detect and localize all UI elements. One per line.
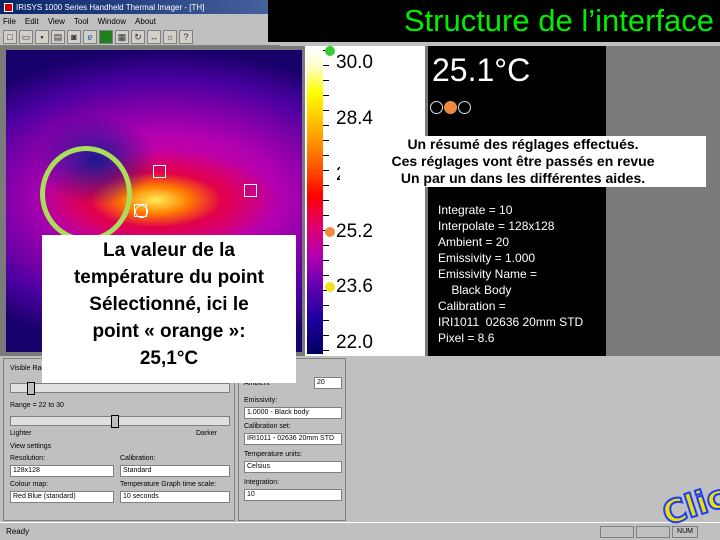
- color-scale-bar[interactable]: [307, 50, 323, 354]
- integration-label: Integration:: [244, 479, 280, 486]
- summary-line-3: Un par un dans les différentes aides.: [400, 170, 646, 186]
- menu-bar: File Edit View Tool Window About: [0, 14, 280, 28]
- scale-ticks: [323, 50, 329, 354]
- help-icon[interactable]: ?: [179, 29, 193, 44]
- window-title: IRISYS 1000 Series Handheld Thermal Imag…: [16, 2, 205, 12]
- callout-line-2: température du point: [73, 267, 264, 288]
- calibration-label: Calibration:: [120, 455, 156, 462]
- temperature-units-label: Temperature units:: [244, 451, 302, 458]
- setting-integrate: Integrate = 10: [438, 203, 513, 217]
- point-selector: [430, 101, 472, 114]
- setting-calibration: Calibration =: [438, 299, 506, 313]
- setting-pixel: Pixel = 8.6: [438, 331, 495, 345]
- setting-emissivity: Emissivity = 1.000: [438, 251, 536, 265]
- calibration-set-label: Calibration set:: [244, 423, 291, 430]
- menu-tool[interactable]: Tool: [74, 17, 89, 26]
- point-circle-1[interactable]: [430, 101, 443, 114]
- menu-window[interactable]: Window: [98, 17, 126, 26]
- temp-graph-label: Temperature Graph time scale:: [120, 481, 217, 488]
- menu-file[interactable]: File: [3, 17, 16, 26]
- scale-value-2: 28.4: [336, 108, 373, 129]
- scale-value-min: 22.0: [336, 332, 373, 353]
- selected-point-marker[interactable]: [135, 205, 148, 218]
- sun-icon[interactable]: ☼: [163, 29, 177, 44]
- highlight-ring: [40, 146, 132, 242]
- toolbar: □ ▭ ▪ ▤ ◙ e ▦ ↻ ↔ ☼ ?: [0, 28, 280, 46]
- point-circle-3[interactable]: [458, 101, 471, 114]
- colour-map-label: Colour map:: [10, 481, 49, 488]
- setting-emissivity-name-value: Black Body: [438, 283, 512, 297]
- temperature-readout: 25.1°C: [432, 52, 531, 88]
- temp-graph-select[interactable]: 10 seconds: [120, 491, 230, 503]
- scale-value-4: 25.2: [336, 221, 373, 242]
- menu-edit[interactable]: Edit: [25, 17, 39, 26]
- menu-view[interactable]: View: [48, 17, 65, 26]
- brightness-slider-thumb[interactable]: [111, 415, 119, 428]
- summary-line-2: Ces réglages vont être passés en revue: [391, 153, 655, 169]
- status-cell-2: [636, 526, 670, 538]
- setting-emissivity-name: Emissivity Name =: [438, 267, 538, 281]
- callout-line-3: Sélectionné, ici le: [89, 294, 249, 315]
- scale-value-5: 23.6: [336, 276, 373, 297]
- marker-square-2[interactable]: [244, 184, 257, 197]
- callout-line-1: La valeur de la: [102, 240, 235, 261]
- resolution-select[interactable]: 128x128: [10, 465, 114, 477]
- setting-ambient: Ambient = 20: [438, 235, 510, 249]
- emissivity-label: Emissivity:: [244, 397, 278, 404]
- calibration-select[interactable]: Standard: [120, 465, 230, 477]
- status-text: Ready: [6, 527, 30, 536]
- status-cell-1: [600, 526, 634, 538]
- range-slider[interactable]: [10, 382, 230, 395]
- image-icon[interactable]: [99, 29, 113, 44]
- darker-label: Darker: [196, 430, 218, 437]
- point-circle-orange[interactable]: [444, 101, 457, 114]
- rotate-icon[interactable]: ↻: [131, 29, 145, 44]
- save-icon[interactable]: ▪: [35, 29, 49, 44]
- arrow-icon[interactable]: ↔: [147, 29, 161, 44]
- new-icon[interactable]: □: [3, 29, 17, 44]
- callout-line-4: point « orange »:: [92, 321, 246, 342]
- view-settings-label: View settings: [10, 443, 52, 450]
- integration-select[interactable]: 10: [244, 489, 342, 501]
- marker-square-1[interactable]: [153, 165, 166, 178]
- scale-marker-yellow: [325, 282, 335, 292]
- scale-marker-green: [325, 46, 335, 56]
- colour-map-select[interactable]: Red Blue (standard): [10, 491, 114, 503]
- scale-marker-orange: [325, 227, 335, 237]
- setting-calibration-value: IRI1011 02636 20mm STD: [438, 315, 584, 329]
- point-callout: La valeur de la température du point Sél…: [42, 235, 296, 383]
- menu-about[interactable]: About: [135, 17, 156, 26]
- grid-icon[interactable]: ▦: [115, 29, 129, 44]
- setting-interpolate: Interpolate = 128x128: [438, 219, 555, 233]
- callout-line-5: 25,1°C: [139, 348, 199, 369]
- lighter-label: Lighter: [10, 430, 32, 437]
- print-icon[interactable]: ▤: [51, 29, 65, 44]
- calibration-set-select[interactable]: IRI1011 - 02636 20mm STD: [244, 433, 342, 445]
- range-text: Range = 22 to 30: [10, 402, 64, 409]
- summary-annotation: Un résumé des réglages effectués. Ces ré…: [340, 136, 706, 187]
- temperature-units-select[interactable]: Celsius: [244, 461, 342, 473]
- settings-summary: Integrate = 10 Interpolate = 128x128 Amb…: [438, 202, 583, 346]
- status-bar: Ready NUM: [0, 522, 720, 540]
- camera-icon[interactable]: ◙: [67, 29, 81, 44]
- range-slider-thumb[interactable]: [27, 382, 35, 395]
- slide-title: Structure de l’interface: [268, 0, 720, 42]
- app-icon: [4, 2, 13, 12]
- e-icon[interactable]: e: [83, 29, 97, 44]
- open-icon[interactable]: ▭: [19, 29, 33, 44]
- emissivity-select[interactable]: 1.0000 - Black body: [244, 407, 342, 419]
- brightness-slider[interactable]: [10, 415, 230, 428]
- summary-line-1: Un résumé des réglages effectués.: [407, 136, 639, 152]
- scale-value-max: 30.0: [336, 52, 373, 73]
- resolution-label: Resolution:: [10, 455, 46, 462]
- ambient-input[interactable]: 20: [314, 377, 342, 389]
